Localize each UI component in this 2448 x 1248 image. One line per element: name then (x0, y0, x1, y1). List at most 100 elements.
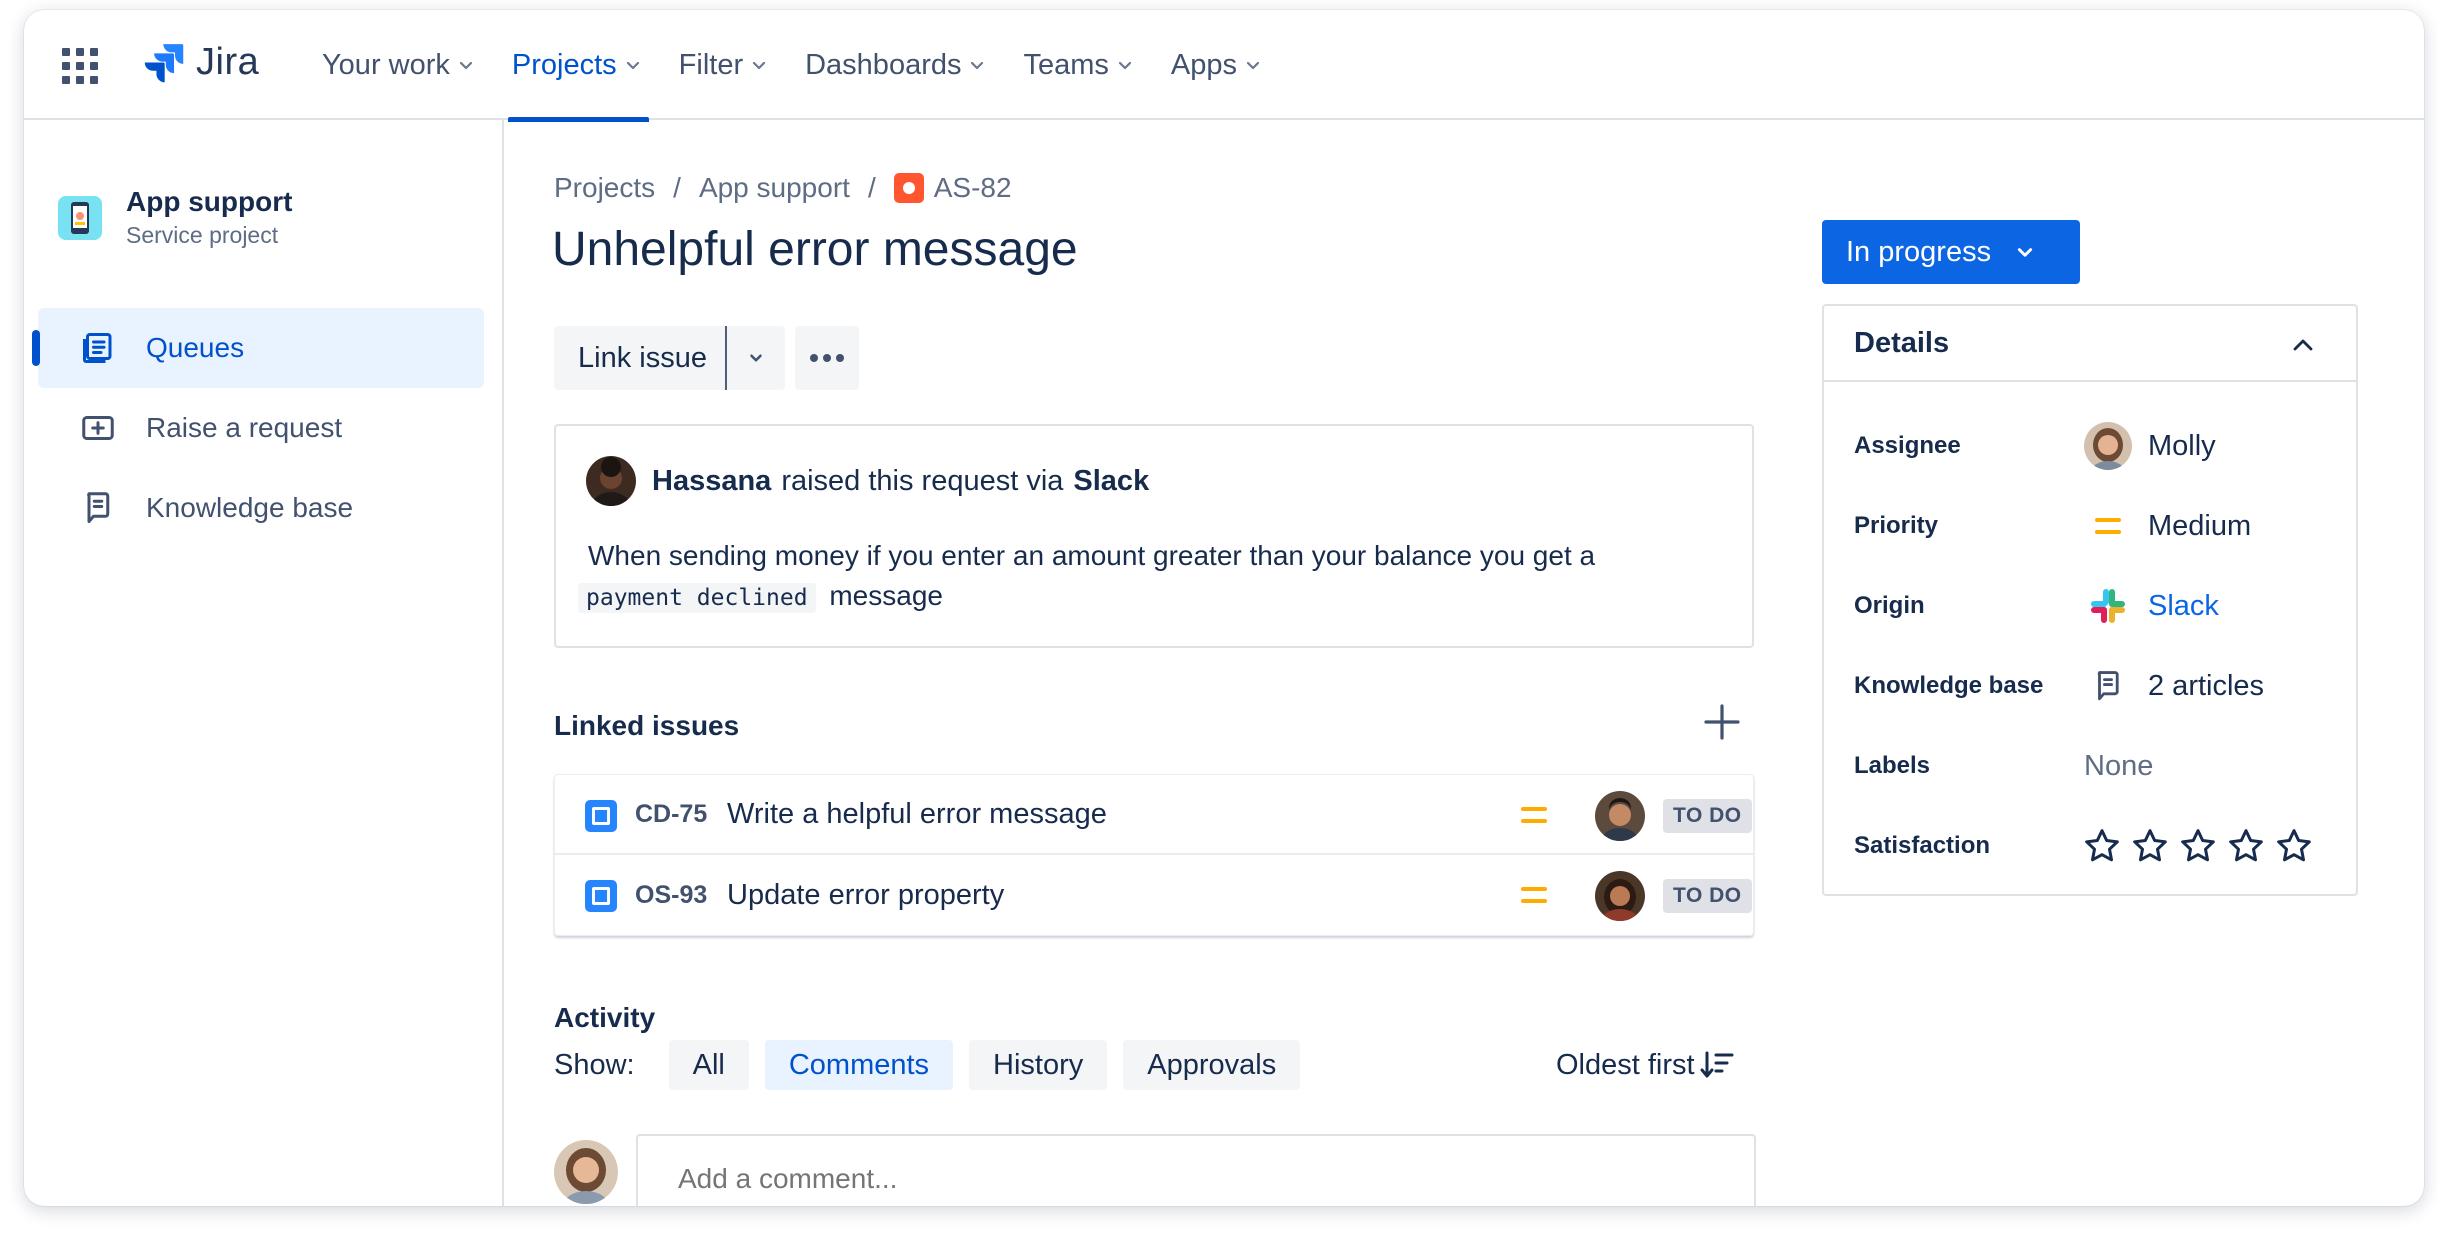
page-title[interactable]: Unhelpful error message (552, 222, 1078, 277)
status-badge[interactable]: TO DO (1663, 879, 1752, 913)
issue-toolbar: Link issue (554, 326, 859, 390)
request-body-text: When sending money if you enter an amoun… (588, 540, 1596, 571)
detail-label: Assignee (1854, 432, 1961, 459)
status-dropdown-button[interactable]: In progress (1822, 220, 2080, 284)
top-navigation: Jira Your work Projects Filter Dashboard… (24, 10, 2424, 122)
avatar (2084, 422, 2132, 470)
project-avatar-icon (58, 195, 102, 240)
issue-key[interactable]: OS-93 (635, 881, 707, 910)
nav-item-label: Your work (322, 48, 450, 81)
knowledge-base-field[interactable]: 2 articles (2084, 662, 2264, 710)
app-window: Jira Your work Projects Filter Dashboard… (24, 10, 2424, 1206)
issue-key[interactable]: CD-75 (635, 800, 707, 829)
filter-all-button[interactable]: All (668, 1040, 749, 1090)
breadcrumb-projects[interactable]: Projects (554, 172, 655, 204)
detail-row-labels: Labels None (1854, 736, 2344, 796)
avatar[interactable] (586, 456, 636, 506)
detail-label: Origin (1854, 592, 1925, 619)
avatar[interactable] (1595, 791, 1645, 841)
filter-history-button[interactable]: History (969, 1040, 1108, 1090)
avatar[interactable] (1595, 871, 1645, 921)
satisfaction-field (2084, 826, 2314, 866)
sidebar-item-label: Queues (146, 332, 245, 363)
sort-order-button[interactable]: Oldest first (1556, 1040, 1735, 1090)
nav-item-filter[interactable]: Filter (671, 10, 775, 120)
nav-item-label: Projects (511, 48, 617, 81)
star-icon[interactable] (2178, 826, 2218, 866)
chevron-down-icon (971, 61, 984, 70)
status-label: In progress (1846, 235, 1992, 268)
request-middle-text: raised this request via (781, 464, 1064, 497)
origin-field[interactable]: Slack (2084, 582, 2219, 630)
chevron-down-icon (459, 61, 472, 70)
link-issue-dropdown-button[interactable] (724, 326, 785, 390)
sort-icon (1700, 1051, 1734, 1078)
jira-logo-text: Jira (196, 40, 260, 83)
star-icon[interactable] (2274, 826, 2314, 866)
issue-summary[interactable]: Write a helpful error message (727, 798, 1107, 831)
sidebar-item-knowledge-base[interactable]: Knowledge base (38, 468, 484, 548)
detail-label: Labels (1854, 752, 1931, 779)
request-reporter[interactable]: Hassana (652, 465, 771, 498)
filter-approvals-button[interactable]: Approvals (1123, 1040, 1301, 1090)
list-item[interactable]: CD-75 Write a helpful error message TO D… (555, 775, 1753, 855)
nav-item-your-work[interactable]: Your work (314, 10, 482, 120)
knowledge-base-value: 2 articles (2148, 669, 2265, 702)
sidebar-item-queues[interactable]: Queues (32, 308, 484, 388)
star-icon[interactable] (2130, 826, 2170, 866)
nav-item-label: Dashboards (805, 48, 962, 81)
detail-row-assignee: Assignee Molly (1854, 416, 2344, 476)
show-label: Show: (554, 1048, 635, 1081)
star-icon[interactable] (2226, 826, 2266, 866)
breadcrumb-issue-key[interactable]: AS-82 (934, 172, 1012, 204)
priority-field[interactable]: Medium (2084, 502, 2251, 550)
breadcrumb-separator: / (867, 172, 876, 203)
chevron-down-icon (2017, 248, 2033, 257)
avatar[interactable] (554, 1140, 618, 1204)
nav-items: Your work Projects Filter Dashboards Tea… (314, 10, 1291, 122)
list-item[interactable]: OS-93 Update error property TO DO (555, 855, 1753, 935)
request-channel: Slack (1073, 464, 1150, 497)
labels-field[interactable]: None (2084, 750, 2153, 783)
add-icon[interactable] (1702, 702, 1742, 742)
linked-issues-title: Linked issues (554, 710, 740, 741)
bug-icon (893, 173, 924, 203)
star-icon[interactable] (2082, 826, 2122, 866)
sidebar-item-label: Knowledge base (146, 492, 354, 523)
inline-code: payment declined (578, 583, 816, 613)
detail-row-priority: Priority Medium (1854, 496, 2344, 556)
comment-input[interactable] (636, 1134, 1756, 1206)
sidebar: App support Service project Queues Raise… (24, 120, 504, 1206)
filter-comments-button[interactable]: Comments (764, 1040, 954, 1090)
chevron-down-icon (1246, 61, 1260, 70)
chevron-down-icon (753, 61, 766, 70)
chevron-up-icon (2293, 339, 2313, 351)
sidebar-item-raise-request[interactable]: Raise a request (38, 388, 484, 468)
nav-item-teams[interactable]: Teams (1015, 10, 1140, 120)
task-icon (585, 880, 617, 912)
status-badge[interactable]: TO DO (1663, 799, 1752, 833)
jira-logo[interactable]: Jira (142, 40, 259, 84)
nav-item-projects[interactable]: Projects (504, 10, 649, 122)
nav-item-label: Apps (1170, 48, 1238, 81)
activity-filters: Show: All Comments History Approvals (554, 1040, 1316, 1090)
assignee-value: Molly (2148, 429, 2216, 462)
nav-item-dashboards[interactable]: Dashboards (797, 10, 993, 120)
breadcrumb-separator: / (673, 172, 681, 203)
sidebar-item-label: Raise a request (146, 412, 343, 443)
nav-item-apps[interactable]: Apps (1163, 10, 1269, 120)
issue-summary[interactable]: Update error property (727, 879, 1004, 912)
detail-label: Satisfaction (1854, 832, 1991, 859)
link-issue-button[interactable]: Link issue (554, 326, 725, 390)
app-switcher-icon[interactable] (62, 48, 98, 84)
sidebar-nav: Queues Raise a request Knowledge base (32, 308, 484, 548)
more-actions-button[interactable] (794, 326, 859, 390)
project-header[interactable]: App support Service project (58, 186, 292, 249)
detail-label: Knowledge base (1854, 672, 2044, 699)
details-header[interactable]: Details (1824, 306, 2356, 382)
request-description-card: Hassana raised this request via Slack Wh… (554, 424, 1754, 648)
assignee-field[interactable]: Molly (2084, 422, 2216, 470)
knowledge-base-icon (78, 488, 118, 528)
more-icon (809, 354, 844, 362)
breadcrumb-app-support[interactable]: App support (699, 172, 850, 204)
